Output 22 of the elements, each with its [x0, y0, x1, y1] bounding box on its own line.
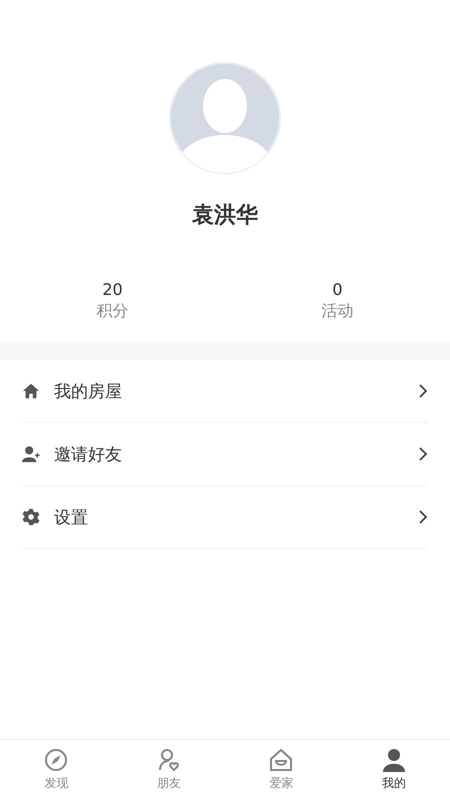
stat-value: 0 [332, 280, 343, 299]
stat-value: 20 [102, 280, 123, 299]
tab[interactable]: 朋友 [112, 740, 225, 800]
menu-item[interactable]: 我的房屋 [22, 360, 428, 423]
menu-item[interactable]: 设置 [22, 486, 428, 549]
home-icon [22, 382, 40, 400]
person-heart-icon [156, 748, 181, 772]
chevron-icon [418, 447, 428, 461]
person-icon [382, 748, 406, 772]
add-user-icon [22, 445, 40, 463]
user-name: 袁洪华 [192, 202, 258, 230]
chevron-icon [418, 384, 428, 398]
menu-item[interactable]: 邀请好友 [22, 423, 428, 486]
tab[interactable]: 发现 [0, 740, 112, 800]
chevron-icon [418, 510, 428, 524]
tab[interactable]: 我的 [338, 740, 450, 800]
house-icon [269, 748, 294, 772]
tab[interactable]: 爱家 [225, 740, 338, 800]
stat-label: 积分 [96, 301, 128, 322]
compass-icon [44, 748, 68, 772]
stat-label: 活动 [322, 301, 354, 322]
settings-icon [22, 508, 40, 526]
